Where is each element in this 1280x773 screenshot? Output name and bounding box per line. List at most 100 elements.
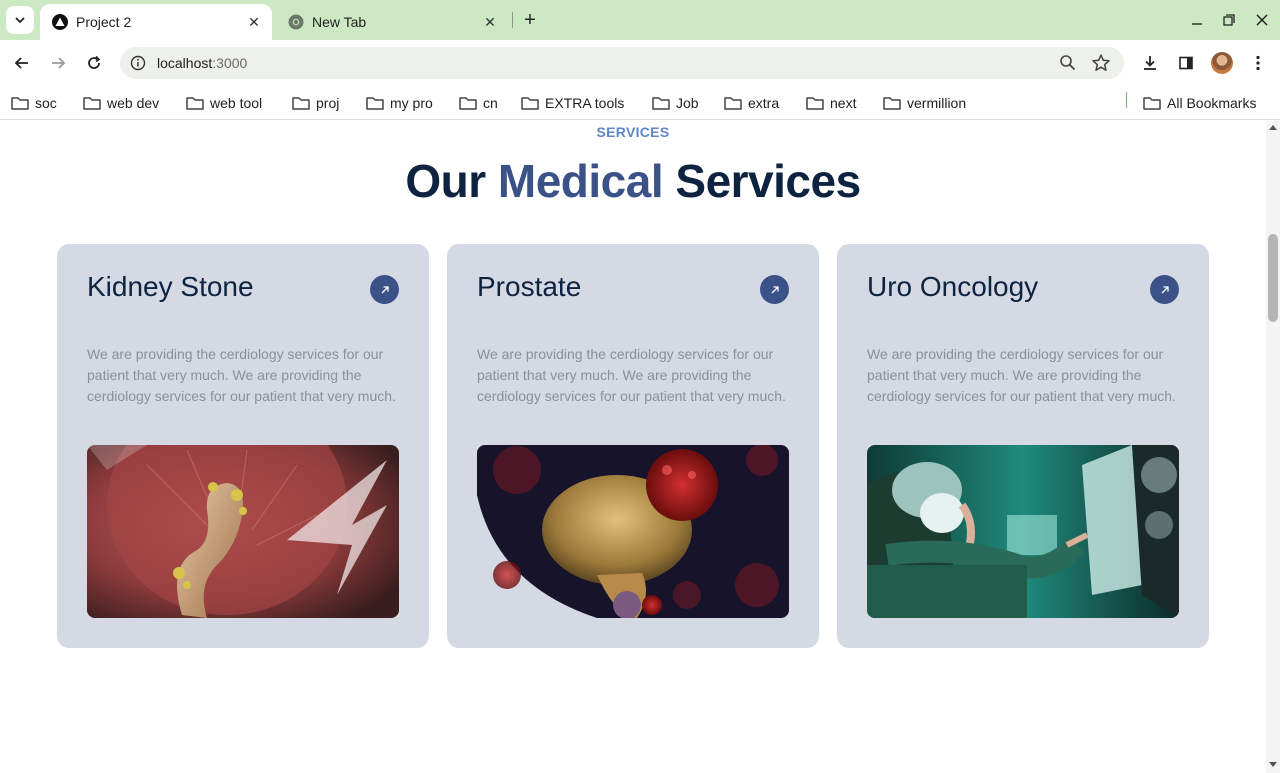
folder-icon [883, 97, 901, 110]
more-vert-icon [1256, 55, 1260, 71]
scroll-thumb[interactable] [1268, 234, 1278, 322]
page-viewport: SERVICES Our Medical Services Kidney Sto… [0, 121, 1266, 773]
tab-project-2[interactable]: Project 2 ✕ [40, 4, 272, 40]
all-bookmarks-folder[interactable]: All Bookmarks [1143, 92, 1256, 114]
bookmark-label: extra [748, 95, 780, 111]
bookmark-label: next [830, 95, 857, 111]
reload-icon [88, 55, 101, 69]
tab-title: New Tab [312, 14, 367, 30]
bookmark-folder[interactable]: vermillion [883, 92, 966, 114]
scroll-down-arrow-icon[interactable] [1269, 762, 1277, 767]
browser-toolbar: localhost:3000 [0, 40, 1280, 86]
arrow-up-right-icon [381, 285, 389, 293]
folder-icon [459, 97, 477, 110]
bookmark-folder[interactable]: web dev [83, 92, 159, 114]
forward-button[interactable] [44, 49, 72, 77]
url-port: :3000 [212, 55, 248, 71]
bookmark-folder[interactable]: EXTRA tools [521, 92, 624, 114]
app-favicon-icon [52, 14, 68, 30]
prostate-image [477, 445, 789, 618]
tab-strip: Project 2 ✕ New Tab ✕ + [0, 0, 1280, 40]
folder-icon [521, 97, 539, 110]
bookmarks-bar: soc web dev web tool proj my pro cn EXTR… [0, 86, 1280, 120]
side-panel-button[interactable] [1172, 49, 1200, 77]
service-card-prostate[interactable]: Prostate We are providing the cerdiology… [447, 244, 819, 648]
card-description: We are providing the cerdiology services… [87, 346, 396, 404]
folder-icon [1143, 97, 1161, 110]
bookmark-label: vermillion [907, 95, 967, 111]
folder-icon [292, 97, 310, 110]
card-link-button[interactable] [1150, 275, 1179, 304]
heading-part-1: Our [405, 155, 498, 207]
bookmark-folder[interactable]: soc [11, 92, 57, 114]
service-card-kidney-stone[interactable]: Kidney Stone We are providing the cerdio… [57, 244, 429, 648]
bookmark-label: web tool [210, 95, 263, 111]
folder-icon [724, 97, 742, 110]
bookmark-label: my pro [390, 95, 433, 111]
bookmark-label: proj [316, 95, 340, 111]
folder-icon [366, 97, 384, 110]
restore-icon[interactable] [1217, 8, 1241, 32]
card-link-button[interactable] [760, 275, 789, 304]
tab-new-tab[interactable]: New Tab ✕ [276, 4, 508, 40]
bookmark-folder[interactable]: extra [724, 92, 779, 114]
tab-search-button[interactable] [6, 6, 34, 34]
card-description: We are providing the cerdiology services… [867, 346, 1176, 404]
folder-icon [11, 97, 29, 110]
section-eyebrow: SERVICES [596, 124, 670, 140]
bookmark-folder[interactable]: my pro [366, 92, 433, 114]
bookmark-label: All Bookmarks [1167, 95, 1257, 111]
arrow-up-right-icon [1161, 285, 1169, 293]
url-text[interactable]: localhost:3000 [157, 55, 247, 71]
back-button[interactable] [8, 49, 36, 77]
folder-icon [652, 97, 670, 110]
bookmark-star-icon[interactable] [1090, 52, 1112, 74]
scroll-up-arrow-icon[interactable] [1269, 125, 1277, 130]
bookmark-label: web dev [107, 95, 160, 111]
reload-button[interactable] [80, 49, 108, 77]
tab-divider [512, 12, 513, 28]
site-info-icon[interactable] [128, 53, 148, 73]
address-bar[interactable]: localhost:3000 [120, 47, 1124, 79]
bookmark-folder[interactable]: next [806, 92, 856, 114]
close-window-icon[interactable] [1250, 8, 1274, 32]
new-tab-button[interactable]: + [518, 8, 542, 32]
forward-arrow-icon [52, 57, 66, 69]
bookmark-folder[interactable]: Job [652, 92, 699, 114]
bookmark-folder[interactable]: cn [459, 92, 498, 114]
close-tab-icon[interactable]: ✕ [244, 12, 264, 32]
profile-avatar[interactable] [1211, 52, 1233, 74]
menu-button[interactable] [1244, 49, 1272, 77]
page-scrollbar[interactable] [1266, 121, 1280, 773]
bookmark-label: cn [483, 95, 498, 111]
side-panel-icon [1179, 56, 1193, 70]
card-title: Uro Oncology [867, 271, 1039, 302]
bookmark-label: soc [35, 95, 57, 111]
bookmarks-divider [1126, 92, 1127, 108]
zoom-icon[interactable] [1058, 53, 1078, 73]
bookmark-label: Job [676, 95, 699, 111]
bookmark-label: EXTRA tools [545, 95, 625, 111]
heading-accent: Medical [497, 155, 664, 207]
downloads-button[interactable] [1136, 49, 1164, 77]
chrome-icon [288, 14, 304, 30]
bookmark-folder[interactable]: web tool [186, 92, 262, 114]
card-link-button[interactable] [370, 275, 399, 304]
close-tab-icon[interactable]: ✕ [480, 12, 500, 32]
folder-icon [186, 97, 204, 110]
service-card-uro-oncology[interactable]: Uro Oncology We are providing the cerdio… [837, 244, 1209, 648]
url-host: localhost [157, 55, 213, 71]
arrow-up-right-icon [771, 285, 779, 293]
card-title: Kidney Stone [87, 271, 254, 302]
kidney-stone-image [87, 445, 399, 618]
tab-title: Project 2 [76, 14, 132, 30]
minimize-icon[interactable] [1185, 8, 1209, 32]
uro-oncology-image [867, 445, 1179, 618]
bookmark-folder[interactable]: proj [292, 92, 339, 114]
chevron-down-icon [15, 17, 25, 24]
download-icon [1144, 56, 1156, 70]
section-heading: Our Medical Services [0, 154, 1266, 208]
card-title: Prostate [477, 271, 582, 302]
back-arrow-icon [14, 57, 28, 69]
heading-part-2: Services [663, 155, 861, 207]
